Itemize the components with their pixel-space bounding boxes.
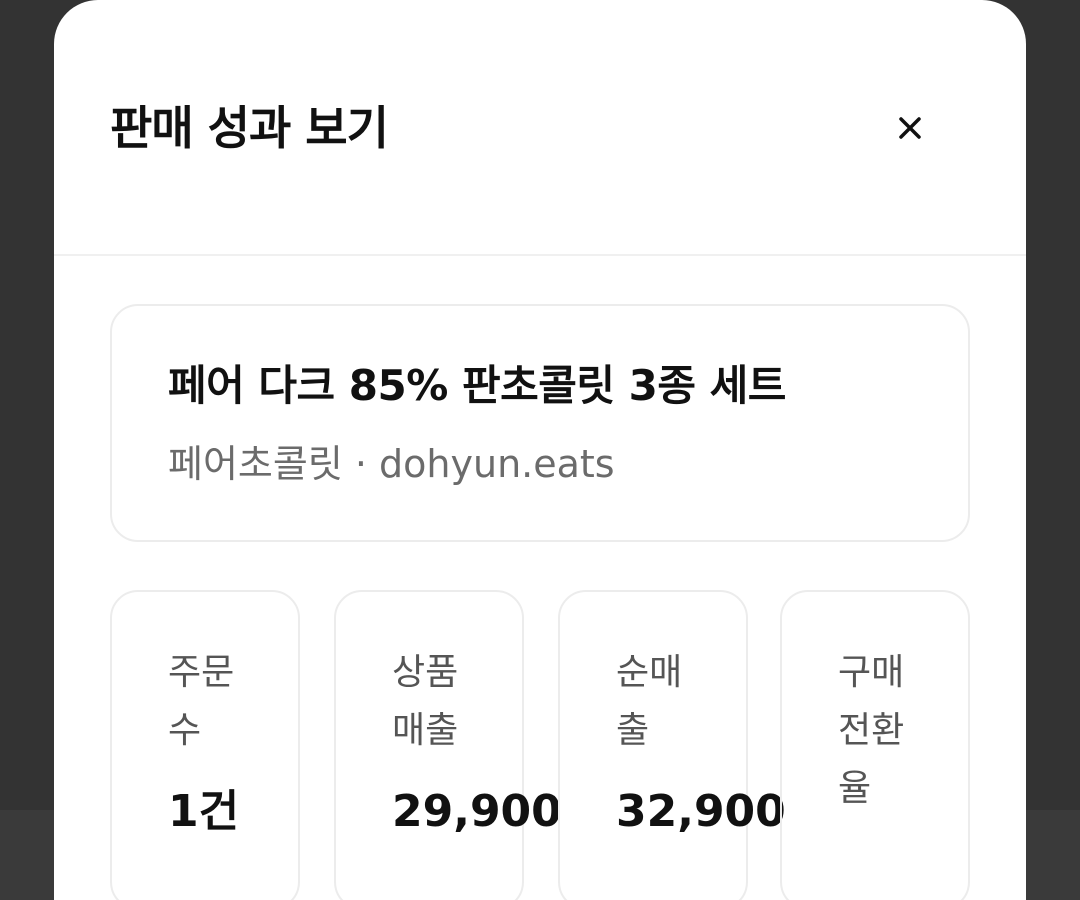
product-meta: 페어초콜릿 · dohyun.eats [168,442,615,486]
close-button[interactable] [880,98,940,158]
stat-value: 29,900 [392,786,562,837]
stat-value: 1건 [168,786,240,837]
stat-card-conversion-rate: 구매전환율 [780,590,970,900]
sales-performance-sheet: 판매 성과 보기 페어 다크 85% 판초콜릿 3종 세트 페어초콜릿 · do… [54,0,1026,900]
stats-row: 주문수 1건 상품매출 29,900 순매출 32,900 구매전환율 [110,590,970,900]
stat-card-orders: 주문수 1건 [110,590,300,900]
stat-label: 주문수 [168,652,235,751]
product-card: 페어 다크 85% 판초콜릿 3종 세트 페어초콜릿 · dohyun.eats [110,304,970,542]
product-name: 페어 다크 85% 판초콜릿 3종 세트 [168,361,786,410]
stat-card-net-sales: 순매출 32,900 [558,590,786,900]
stat-label: 구매전환율 [838,652,905,809]
stat-label: 상품매출 [392,652,459,751]
sheet-header: 판매 성과 보기 [54,0,1026,256]
stat-card-product-sales: 상품매출 29,900 [334,590,562,900]
stat-label: 순매출 [616,652,683,751]
close-icon [899,117,921,139]
stat-value: 32,900 [616,786,786,837]
sheet-title: 판매 성과 보기 [110,101,389,155]
